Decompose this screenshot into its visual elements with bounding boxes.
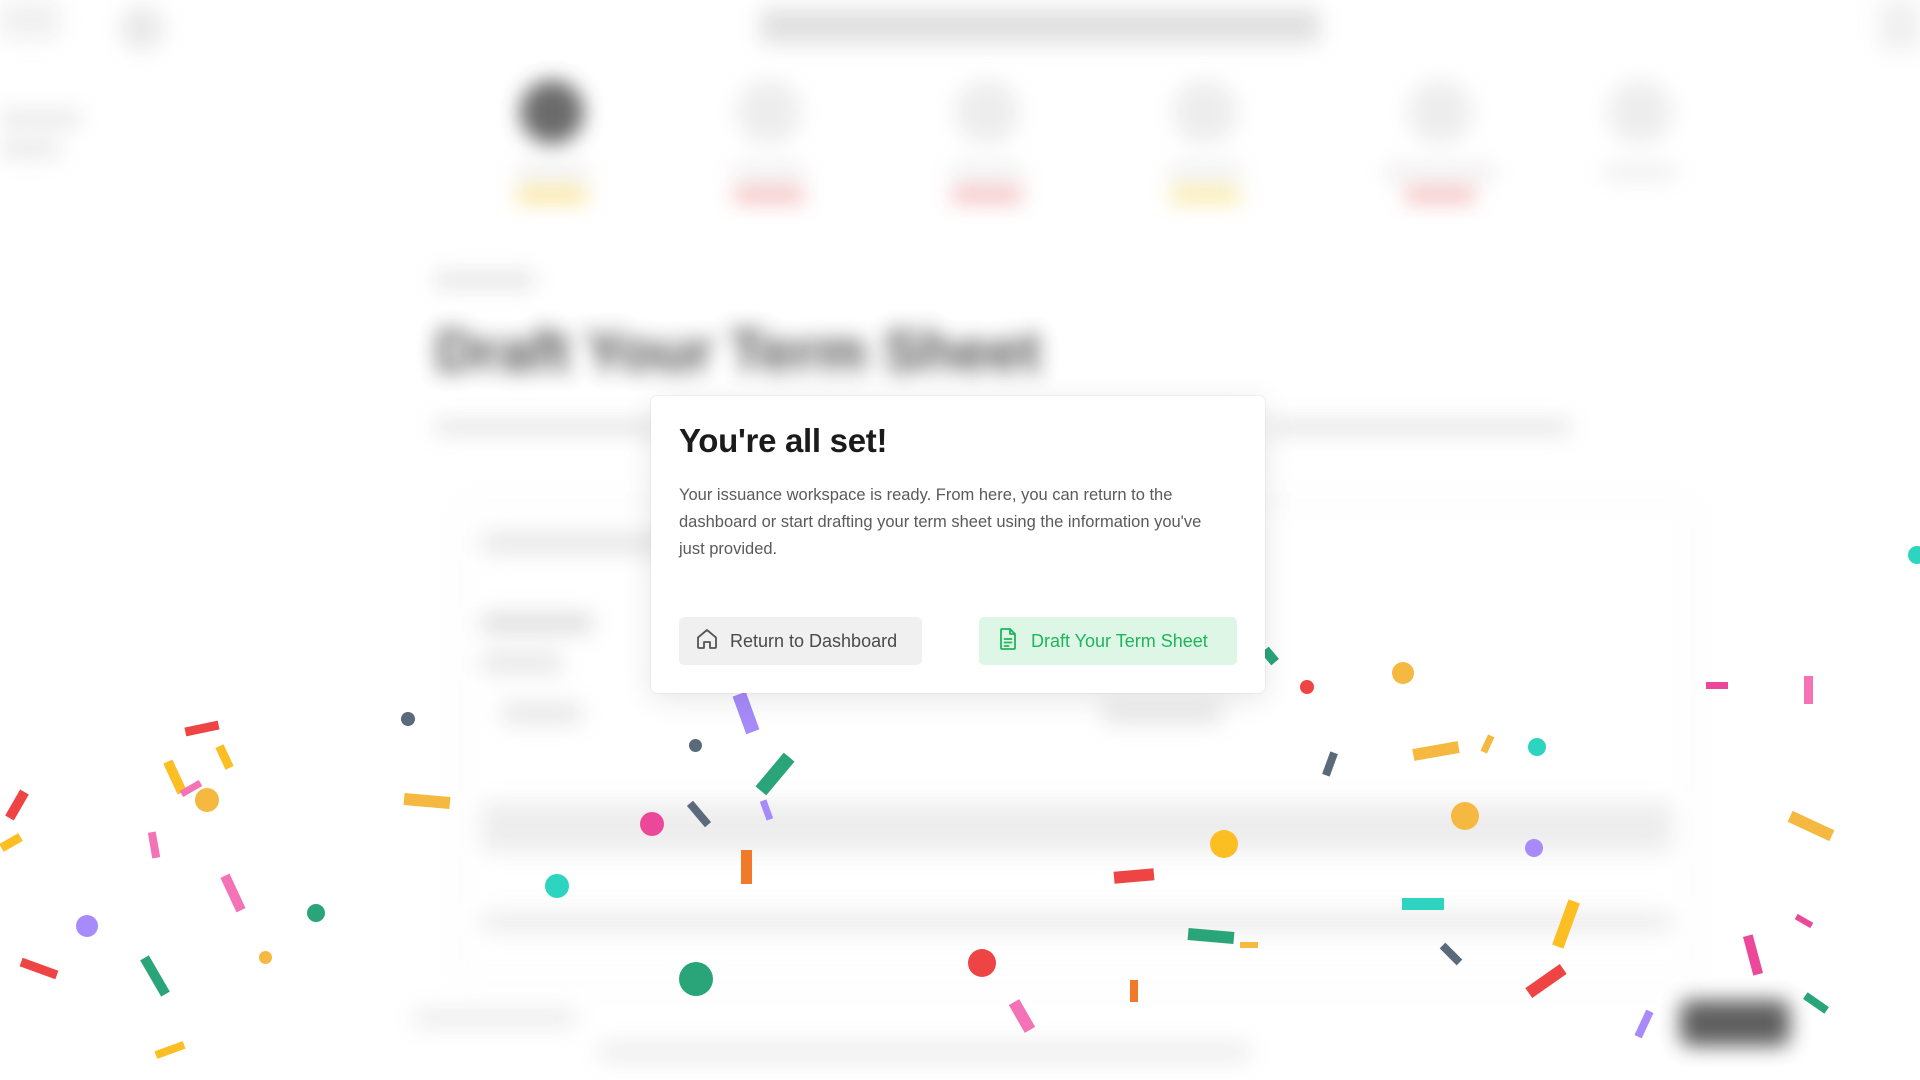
success-dialog: You're all set! Your issuance workspace … xyxy=(651,396,1265,693)
return-to-dashboard-label: Return to Dashboard xyxy=(730,630,898,651)
dialog-actions: Return to Dashboard Draft Your Term Shee… xyxy=(679,617,1237,665)
screen: Draft Your Term Sheet You're all set! Yo… xyxy=(0,0,1920,1080)
home-icon xyxy=(695,627,719,656)
return-to-dashboard-button[interactable]: Return to Dashboard xyxy=(679,617,922,665)
draft-term-sheet-label: Draft Your Term Sheet xyxy=(1031,630,1208,651)
draft-term-sheet-button[interactable]: Draft Your Term Sheet xyxy=(979,617,1237,665)
document-icon xyxy=(996,627,1020,656)
dialog-title: You're all set! xyxy=(679,422,888,459)
dialog-message: Your issuance workspace is ready. From h… xyxy=(679,486,1202,558)
